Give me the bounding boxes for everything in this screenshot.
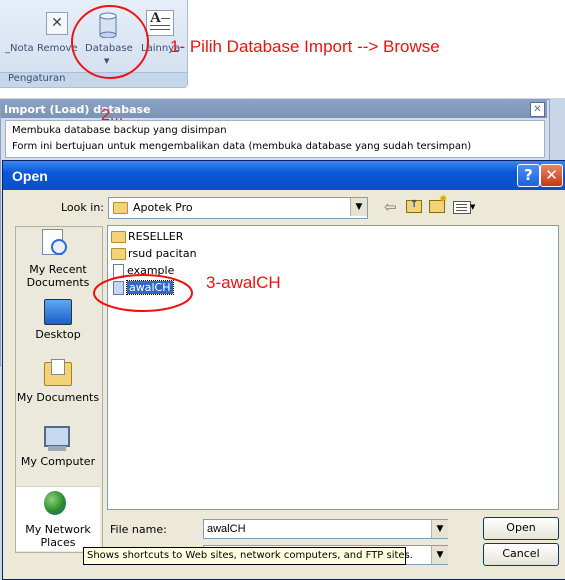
file-name: rsud pacitan bbox=[128, 247, 197, 260]
places-bar: My Recent Documents Desktop My Documents… bbox=[15, 226, 103, 553]
remove-icon: ✕ bbox=[46, 12, 68, 35]
tooltip: Shows shortcuts to Web sites, network co… bbox=[83, 547, 413, 565]
list-item[interactable]: rsud pacitan bbox=[111, 247, 197, 260]
up-folder-icon[interactable]: ↑ bbox=[406, 199, 422, 213]
open-button[interactable]: Open bbox=[483, 517, 559, 540]
open-file-dialog: Open ? ✕ Look in: Apotek Pro ▼ ⇦ ↑ ✸ ▼ M… bbox=[2, 160, 565, 580]
import-panel-close-button[interactable]: ✕ bbox=[530, 102, 545, 117]
my-computer-icon bbox=[44, 426, 70, 447]
annotation-step3: 3-awalCH bbox=[206, 273, 281, 292]
recent-documents-icon bbox=[42, 229, 68, 257]
folder-icon bbox=[111, 248, 126, 260]
cancel-button[interactable]: Cancel bbox=[483, 543, 559, 566]
place-my-network-places[interactable]: My Network Places bbox=[16, 486, 100, 551]
file-name: RESELLER bbox=[128, 230, 184, 243]
chevron-down-icon[interactable]: ▼ bbox=[470, 203, 475, 211]
place-label: My Network Places bbox=[25, 523, 91, 549]
place-label: My Recent Documents bbox=[26, 263, 90, 289]
place-label: My Documents bbox=[16, 391, 100, 404]
close-button[interactable]: ✕ bbox=[540, 164, 563, 187]
place-my-computer[interactable]: My Computer bbox=[16, 424, 100, 480]
place-my-recent-documents[interactable]: My Recent Documents bbox=[16, 229, 100, 289]
group-label-text: Pengaturan bbox=[8, 73, 66, 84]
place-my-documents[interactable]: My Documents bbox=[16, 359, 100, 416]
file-name-input[interactable] bbox=[203, 519, 448, 539]
dialog-titlebar: Open ? ✕ bbox=[3, 161, 565, 190]
desktop-icon bbox=[44, 299, 72, 325]
chevron-down-icon[interactable]: ▼ bbox=[431, 520, 448, 538]
help-button[interactable]: ? bbox=[517, 164, 540, 187]
file-name-label: File name: bbox=[110, 523, 167, 536]
ribbon: _Nota ✕ Remove Database ▼ A Lainnya Peng… bbox=[0, 0, 565, 98]
folder-icon bbox=[111, 231, 126, 243]
import-panel-titlebar: Import (Load) database ✕ bbox=[1, 100, 547, 118]
ribbon-button-label: _Nota bbox=[5, 43, 34, 54]
chevron-down-icon[interactable]: ▼ bbox=[350, 198, 367, 216]
place-desktop[interactable]: Desktop bbox=[16, 299, 100, 349]
import-panel-title: Import (Load) database bbox=[4, 103, 151, 116]
back-icon[interactable]: ⇦ bbox=[384, 198, 397, 216]
place-label: Desktop bbox=[35, 328, 81, 341]
list-item[interactable]: RESELLER bbox=[111, 230, 183, 243]
look-in-value: Apotek Pro bbox=[133, 201, 193, 214]
folder-icon bbox=[113, 202, 128, 214]
network-places-icon bbox=[44, 491, 66, 515]
highlight-circle-database bbox=[71, 5, 149, 79]
ribbon-button-nota[interactable]: _Nota bbox=[3, 10, 34, 70]
computer-base bbox=[48, 446, 66, 451]
annotation-step2: 2... bbox=[101, 107, 124, 124]
description-line-2: Form ini bertujuan untuk mengembalikan d… bbox=[12, 141, 472, 152]
annotation-step1: 1- Pilih Database Import --> Browse bbox=[170, 37, 440, 56]
look-in-label: Look in: bbox=[61, 201, 104, 214]
new-folder-icon[interactable]: ✸ bbox=[429, 194, 447, 213]
place-label: My Computer bbox=[20, 455, 96, 468]
chevron-down-icon[interactable]: ▼ bbox=[431, 546, 448, 564]
look-in-dropdown[interactable]: Apotek Pro ▼ bbox=[108, 197, 368, 219]
description-line-1: Membuka database backup yang disimpan bbox=[12, 125, 227, 136]
my-documents-icon bbox=[44, 359, 72, 386]
file-list[interactable]: RESELLER rsud pacitan example awalCH bbox=[107, 225, 559, 510]
views-menu-icon[interactable] bbox=[453, 201, 471, 214]
dialog-title: Open bbox=[12, 168, 48, 184]
highlight-circle-awalch bbox=[93, 274, 193, 312]
import-panel-description: Membuka database backup yang disimpan Fo… bbox=[5, 120, 545, 158]
